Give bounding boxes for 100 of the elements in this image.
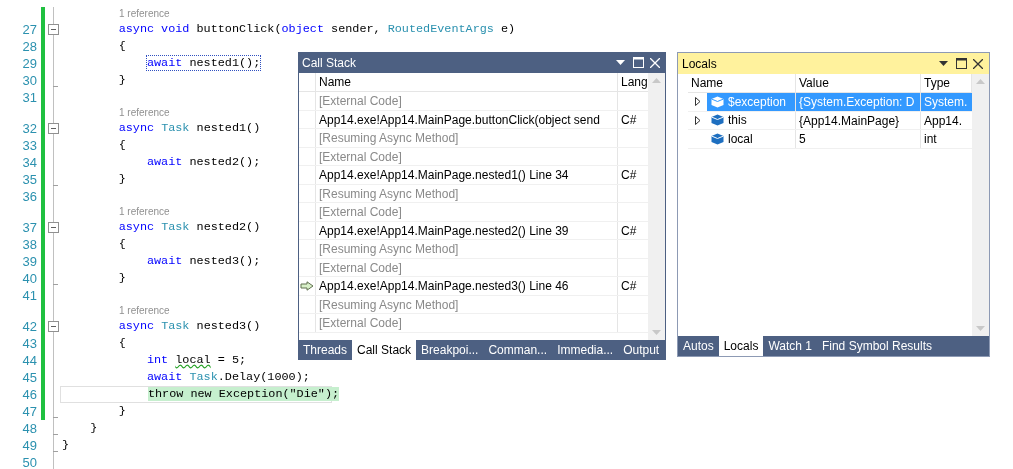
panel-title: Call Stack (302, 54, 358, 72)
code-token: nested1(); (189, 56, 261, 70)
column-header[interactable]: Lang (618, 73, 648, 91)
call-stack-frame[interactable]: [Resuming Async Method] (319, 242, 459, 256)
column-header[interactable]: Value (796, 74, 921, 92)
code-token: } (118, 172, 126, 186)
code-token: async (118, 121, 156, 135)
maximize-icon[interactable] (956, 58, 967, 69)
call-stack-frame[interactable]: [External Code] (319, 316, 402, 330)
line-number: 34 (22, 155, 37, 170)
line-number: 42 (22, 319, 37, 334)
line-number: 33 (22, 138, 37, 153)
code-token: async void (118, 22, 190, 36)
call-stack-frame[interactable]: [External Code] (319, 149, 402, 164)
code-token: { (118, 138, 126, 152)
column-header[interactable]: Name (316, 73, 618, 91)
code-token: Task (161, 121, 190, 135)
table-cell: C# (621, 112, 637, 127)
panel-tab[interactable]: Autos (678, 336, 719, 356)
panel-tab[interactable]: Call Stack (352, 340, 417, 360)
line-number: 44 (22, 353, 37, 368)
line-number: 31 (22, 90, 37, 105)
table-cell: C# (621, 279, 637, 293)
table-cell: int (924, 132, 937, 146)
collapse-icon[interactable] (48, 222, 59, 233)
table-cell: {System.Exception: D (799, 95, 915, 109)
dropdown-icon[interactable] (616, 59, 625, 66)
table-cell: C# (621, 223, 637, 238)
line-number: 43 (22, 336, 37, 351)
collapse-icon[interactable] (48, 321, 59, 332)
cube-icon (711, 132, 724, 145)
reference-count[interactable]: 1 reference (119, 106, 170, 120)
call-stack-frame[interactable]: [Resuming Async Method] (319, 186, 459, 201)
panel-tab[interactable]: Locals (718, 336, 764, 356)
panel-tab[interactable]: Breakpoi... (416, 340, 484, 360)
close-icon[interactable] (973, 58, 983, 69)
code-token: Task (161, 220, 190, 234)
code-token: { (118, 39, 126, 53)
code-token: async (118, 319, 156, 333)
code-token: } (62, 438, 70, 452)
reference-count[interactable]: 1 reference (119, 304, 170, 318)
expand-icon[interactable] (694, 97, 701, 107)
call-stack-frame[interactable]: [Resuming Async Method] (319, 131, 459, 145)
call-stack-frame[interactable]: App14.exe!App14.MainPage.nested1() Line 34 (319, 168, 569, 182)
code-token: { (118, 336, 126, 350)
line-number: 46 (22, 387, 37, 402)
column-header[interactable]: Name (688, 74, 796, 92)
line-number: 28 (22, 39, 37, 54)
dropdown-icon[interactable] (939, 60, 948, 67)
code-token: } (90, 421, 98, 435)
call-stack-frame[interactable]: App14.exe!App14.MainPage.nested3() Line 46 (319, 279, 569, 293)
line-number: 32 (22, 121, 37, 136)
reference-count[interactable]: 1 reference (119, 7, 170, 21)
code-token: nested3(); (189, 254, 261, 268)
table-cell: System. (924, 95, 968, 109)
variable-name[interactable]: this (707, 111, 795, 129)
line-number: 48 (22, 421, 37, 436)
line-number: 50 (22, 455, 37, 469)
code-token: nested1() (196, 121, 261, 135)
code-token: int (146, 353, 170, 367)
code-token: async (118, 220, 156, 234)
line-number: 30 (22, 73, 37, 88)
cube-icon (711, 114, 724, 127)
code-token: throw new Exception("Die"); (147, 387, 340, 401)
code-token: await (146, 155, 183, 169)
cube-icon (711, 95, 724, 108)
code-token: = 5; (217, 353, 247, 367)
line-number: 40 (22, 271, 37, 286)
call-stack-frame[interactable]: [External Code] (319, 205, 402, 219)
panel-tab[interactable]: Immedia... (552, 340, 619, 360)
panel-tab[interactable]: Watch 1 (763, 336, 817, 356)
panel-title: Locals (682, 55, 718, 73)
line-number: 29 (22, 56, 37, 71)
code-token: await (146, 254, 183, 268)
collapse-icon[interactable] (48, 24, 59, 35)
expand-icon[interactable] (694, 115, 701, 125)
code-token: local (175, 353, 211, 367)
code-token: Task (161, 319, 190, 333)
call-stack-frame[interactable]: [Resuming Async Method] (319, 297, 459, 312)
call-stack-frame[interactable]: App14.exe!App14.MainPage.buttonClick(object send (319, 112, 600, 127)
line-number: 47 (22, 404, 37, 419)
call-stack-frame[interactable]: [External Code] (319, 260, 402, 275)
code-token: buttonClick( (196, 22, 282, 36)
collapse-icon[interactable] (48, 123, 59, 134)
reference-count[interactable]: 1 reference (119, 205, 170, 219)
code-token: RoutedEventArgs (387, 22, 494, 36)
call-stack-frame[interactable]: App14.exe!App14.MainPage.nested2() Line 39 (319, 223, 569, 238)
code-token: } (118, 271, 126, 285)
code-token: } (118, 404, 126, 418)
code-token: nested2(); (189, 155, 261, 169)
code-token: await (146, 370, 184, 384)
panel-tab[interactable]: Threads (298, 340, 353, 360)
call-stack-frame[interactable]: [External Code] (319, 94, 402, 108)
panel-tab[interactable]: Output (618, 340, 665, 360)
panel-tab[interactable]: Find Symbol Results (816, 336, 937, 356)
code-token: { (118, 237, 126, 251)
panel-tab[interactable]: Comman... (483, 340, 553, 360)
table-cell: {App14.MainPage} (799, 113, 900, 128)
line-number: 36 (22, 189, 37, 204)
variable-name[interactable]: local (707, 130, 795, 148)
